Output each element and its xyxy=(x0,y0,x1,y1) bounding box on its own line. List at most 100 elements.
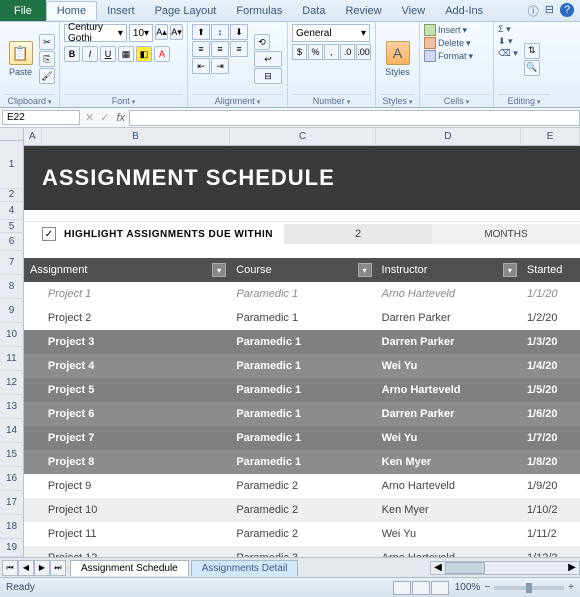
cell[interactable]: Darren Parker xyxy=(376,330,521,354)
col-header[interactable]: B xyxy=(42,128,231,146)
highlight-value-cell[interactable]: 2 xyxy=(284,224,432,244)
last-sheet-button[interactable]: ⏭ xyxy=(50,560,66,576)
cell[interactable]: Project 1 xyxy=(42,282,230,306)
cell[interactable]: Wei Yu xyxy=(376,354,521,378)
col-started[interactable]: Started xyxy=(521,258,580,282)
table-row[interactable]: Project 5Paramedic 1Arno Harteveld1/5/20 xyxy=(24,378,580,402)
cell[interactable]: Paramedic 2 xyxy=(230,522,375,546)
align-right-button[interactable]: ≡ xyxy=(230,41,248,57)
col-instructor[interactable]: Instructor▾ xyxy=(376,258,521,282)
cell[interactable]: 1/11/2 xyxy=(521,522,580,546)
row-header[interactable]: 9 xyxy=(0,299,24,323)
decrease-decimal-button[interactable]: .00 xyxy=(356,44,371,60)
cell[interactable] xyxy=(24,522,42,546)
cancel-formula-icon[interactable]: ✕ xyxy=(82,111,97,124)
sheet-tab[interactable]: Assignments Detail xyxy=(191,560,299,576)
file-tab[interactable]: File xyxy=(0,0,46,21)
name-box[interactable]: E22 xyxy=(2,110,80,125)
cell[interactable]: Paramedic 1 xyxy=(230,450,375,474)
help-question-icon[interactable]: ? xyxy=(560,3,574,17)
cell[interactable] xyxy=(24,330,42,354)
highlight-unit-cell[interactable]: MONTHS xyxy=(432,224,580,244)
minimize-ribbon-icon[interactable]: ⊟ xyxy=(545,3,554,19)
tab-insert[interactable]: Insert xyxy=(97,2,145,20)
tab-addins[interactable]: Add-Ins xyxy=(435,2,493,20)
zoom-in-button[interactable]: + xyxy=(568,582,574,593)
cell[interactable]: Paramedic 2 xyxy=(230,498,375,522)
percent-button[interactable]: % xyxy=(308,44,323,60)
cell[interactable]: Project 12 xyxy=(42,546,230,557)
col-header[interactable]: E xyxy=(521,128,580,146)
sort-filter-button[interactable]: ⇅ xyxy=(524,43,540,59)
enter-formula-icon[interactable]: ✓ xyxy=(97,111,112,124)
cell[interactable]: Ken Myer xyxy=(376,498,521,522)
tab-review[interactable]: Review xyxy=(335,2,391,20)
underline-button[interactable]: U xyxy=(100,46,116,62)
align-left-button[interactable]: ≡ xyxy=(192,41,210,57)
cell[interactable]: Paramedic 1 xyxy=(230,426,375,450)
align-top-button[interactable]: ⬆ xyxy=(192,24,210,40)
tab-view[interactable]: View xyxy=(392,2,436,20)
page-layout-view-button[interactable] xyxy=(412,581,430,595)
select-all-corner[interactable] xyxy=(0,128,24,141)
font-color-button[interactable]: A xyxy=(154,46,170,62)
row-header[interactable]: 11 xyxy=(0,347,24,371)
format-painter-button[interactable]: 🖌 xyxy=(39,68,55,84)
bold-button[interactable]: B xyxy=(64,46,80,62)
table-row[interactable]: Project 4Paramedic 1Wei Yu1/4/20 xyxy=(24,354,580,378)
cell[interactable]: 1/5/20 xyxy=(521,378,580,402)
tab-data[interactable]: Data xyxy=(292,2,335,20)
font-name-select[interactable]: Century Gothi▾ xyxy=(64,24,127,42)
align-middle-button[interactable]: ↕ xyxy=(211,24,229,40)
row-header[interactable]: 10 xyxy=(0,323,24,347)
cell[interactable]: 1/2/20 xyxy=(521,306,580,330)
filter-dropdown-icon[interactable]: ▾ xyxy=(212,263,226,277)
page-break-view-button[interactable] xyxy=(431,581,449,595)
align-bottom-button[interactable]: ⬇ xyxy=(230,24,248,40)
table-row[interactable]: Project 12Paramedic 3Arno Harteveld1/12/… xyxy=(24,546,580,557)
cell[interactable]: Arno Harteveld xyxy=(376,546,521,557)
cell[interactable]: Paramedic 2 xyxy=(230,474,375,498)
filter-dropdown-icon[interactable]: ▾ xyxy=(503,263,517,277)
row-header[interactable]: 8 xyxy=(0,275,24,299)
cell[interactable]: 1/1/20 xyxy=(521,282,580,306)
table-row[interactable]: Project 6Paramedic 1Darren Parker1/6/20 xyxy=(24,402,580,426)
table-row[interactable]: Project 2Paramedic 1Darren Parker1/2/20 xyxy=(24,306,580,330)
increase-decimal-button[interactable]: .0 xyxy=(340,44,355,60)
highlight-checkbox[interactable]: ✓ xyxy=(42,227,56,241)
cut-button[interactable]: ✂ xyxy=(39,34,55,50)
row-header[interactable]: 2 xyxy=(0,189,24,202)
cell[interactable]: Wei Yu xyxy=(376,426,521,450)
insert-cells-button[interactable]: Insert ▾ xyxy=(424,24,473,36)
table-row[interactable]: Project 10Paramedic 2Ken Myer1/10/2 xyxy=(24,498,580,522)
tab-page-layout[interactable]: Page Layout xyxy=(145,2,227,20)
cell[interactable] xyxy=(24,498,42,522)
cell[interactable]: 1/6/20 xyxy=(521,402,580,426)
align-center-button[interactable]: ≡ xyxy=(211,41,229,57)
cell[interactable]: 1/12/2 xyxy=(521,546,580,557)
cell[interactable]: Project 11 xyxy=(42,522,230,546)
clear-button[interactable]: ⌫ ▾ xyxy=(498,48,518,59)
cell[interactable] xyxy=(24,306,42,330)
fx-icon[interactable]: fx xyxy=(112,112,129,124)
table-row[interactable]: Project 9Paramedic 2Arno Harteveld1/9/20 xyxy=(24,474,580,498)
cell[interactable]: Project 7 xyxy=(42,426,230,450)
grow-font-button[interactable]: A▴ xyxy=(155,24,168,40)
first-sheet-button[interactable]: ⏮ xyxy=(2,560,18,576)
tab-formulas[interactable]: Formulas xyxy=(226,2,292,20)
zoom-out-button[interactable]: − xyxy=(484,582,490,593)
border-button[interactable]: ▦ xyxy=(118,46,134,62)
find-select-button[interactable]: 🔍 xyxy=(524,60,540,76)
decrease-indent-button[interactable]: ⇤ xyxy=(192,58,210,74)
cell[interactable]: Project 10 xyxy=(42,498,230,522)
increase-indent-button[interactable]: ⇥ xyxy=(211,58,229,74)
cell[interactable] xyxy=(24,474,42,498)
shrink-font-button[interactable]: A▾ xyxy=(170,24,183,40)
number-format-select[interactable]: General▾ xyxy=(292,24,370,42)
cell[interactable]: Project 4 xyxy=(42,354,230,378)
font-size-select[interactable]: 10▾ xyxy=(129,24,153,42)
cell[interactable]: Project 2 xyxy=(42,306,230,330)
cell[interactable]: Darren Parker xyxy=(376,402,521,426)
copy-button[interactable]: ⎘ xyxy=(39,51,55,67)
normal-view-button[interactable] xyxy=(393,581,411,595)
